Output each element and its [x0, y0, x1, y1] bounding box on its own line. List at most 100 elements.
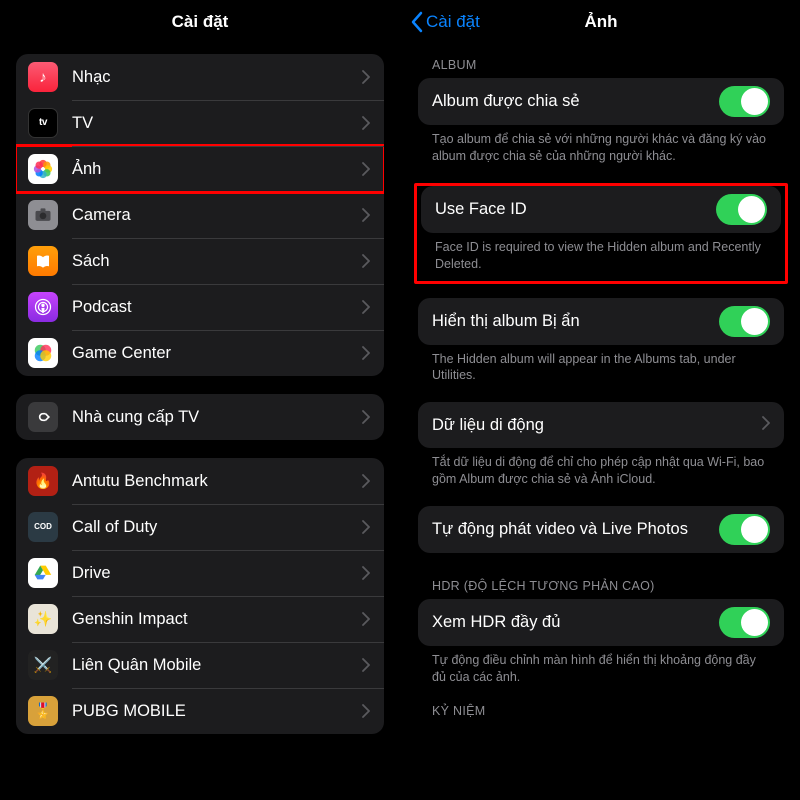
- section-header-album: ALBUM: [432, 58, 770, 72]
- row-pubg[interactable]: 🎖️ PUBG MOBILE: [16, 688, 384, 734]
- cell-hidden-album[interactable]: Hiển thị album Bị ẩn: [418, 298, 784, 345]
- chevron-right-icon: [362, 658, 370, 672]
- row-music[interactable]: ♪ Nhạc: [16, 54, 384, 100]
- chevron-right-icon: [362, 520, 370, 534]
- cod-icon: COD: [28, 512, 58, 542]
- group-faceid: Use Face ID: [421, 186, 781, 233]
- podcast-icon: [28, 292, 58, 322]
- settings-main-pane: Cài đặt ♪ Nhạc tv TV: [0, 0, 400, 800]
- toggle-shared-album[interactable]: [719, 86, 770, 117]
- chevron-right-icon: [362, 410, 370, 424]
- row-books[interactable]: Sách: [16, 238, 384, 284]
- cell-label: Xem HDR đầy đủ: [432, 613, 560, 632]
- tvprovider-icon: [28, 402, 58, 432]
- row-label: Antutu Benchmark: [72, 472, 362, 491]
- chevron-right-icon: [362, 208, 370, 222]
- row-label: Sách: [72, 252, 362, 271]
- chevron-right-icon: [362, 474, 370, 488]
- photos-icon: [28, 154, 58, 184]
- row-photos[interactable]: Ảnh: [16, 146, 384, 192]
- row-label: PUBG MOBILE: [72, 702, 362, 721]
- row-label: Camera: [72, 206, 362, 225]
- row-camera[interactable]: Camera: [16, 192, 384, 238]
- note-hdr: Tự động điều chỉnh màn hình để hiển thị …: [432, 652, 770, 686]
- row-label: Ảnh: [72, 160, 362, 179]
- row-podcast[interactable]: Podcast: [16, 284, 384, 330]
- settings-group-apple-apps: ♪ Nhạc tv TV: [16, 54, 384, 376]
- settings-group-thirdparty: 🔥 Antutu Benchmark COD Call of Duty Driv…: [16, 458, 384, 734]
- toggle-faceid[interactable]: [716, 194, 767, 225]
- row-label: Nhà cung cấp TV: [72, 408, 362, 427]
- section-header-memories: KỶ NIỆM: [432, 704, 770, 718]
- group-hidden-album: Hiển thị album Bị ẩn: [418, 298, 784, 345]
- chevron-right-icon: [362, 116, 370, 130]
- row-label: Podcast: [72, 298, 362, 317]
- row-label: Drive: [72, 564, 362, 583]
- photos-scroll[interactable]: ALBUM Album được chia sẻ Tạo album để ch…: [402, 44, 800, 800]
- group-autoplay: Tự động phát video và Live Photos: [418, 506, 784, 553]
- gamecenter-icon: [28, 338, 58, 368]
- row-label: Nhạc: [72, 68, 362, 87]
- page-title: Ảnh: [584, 12, 617, 32]
- cell-cellular[interactable]: Dữ liệu di động: [418, 402, 784, 448]
- row-gamecenter[interactable]: Game Center: [16, 330, 384, 376]
- music-icon: ♪: [28, 62, 58, 92]
- cell-label: Album được chia sẻ: [432, 92, 580, 111]
- row-tv[interactable]: tv TV: [16, 100, 384, 146]
- pubg-icon: 🎖️: [28, 696, 58, 726]
- genshin-icon: ✨: [28, 604, 58, 634]
- back-label: Cài đặt: [426, 12, 480, 32]
- toggle-hidden-album[interactable]: [719, 306, 770, 337]
- chevron-right-icon: [362, 612, 370, 626]
- settings-scroll[interactable]: ♪ Nhạc tv TV: [0, 44, 400, 800]
- camera-icon: [28, 200, 58, 230]
- row-antutu[interactable]: 🔥 Antutu Benchmark: [16, 458, 384, 504]
- settings-group-tvprovider: Nhà cung cấp TV: [16, 394, 384, 440]
- chevron-right-icon: [362, 70, 370, 84]
- tv-icon: tv: [28, 108, 58, 138]
- cell-label: Dữ liệu di động: [432, 416, 544, 435]
- cell-label: Hiển thị album Bị ẩn: [432, 312, 580, 331]
- chevron-left-icon: [410, 11, 424, 33]
- photos-settings-pane: Cài đặt Ảnh ALBUM Album được chia sẻ Tạo…: [400, 0, 800, 800]
- row-label: Game Center: [72, 344, 362, 363]
- row-genshin[interactable]: ✨ Genshin Impact: [16, 596, 384, 642]
- chevron-right-icon: [362, 254, 370, 268]
- row-label: TV: [72, 114, 362, 133]
- toggle-autoplay[interactable]: [719, 514, 770, 545]
- row-tvprovider[interactable]: Nhà cung cấp TV: [16, 394, 384, 440]
- chevron-right-icon: [362, 566, 370, 580]
- note-cellular: Tắt dữ liệu di động để chỉ cho phép cập …: [432, 454, 770, 488]
- header: Cài đặt Ảnh: [402, 0, 800, 44]
- books-icon: [28, 246, 58, 276]
- group-shared-album: Album được chia sẻ: [418, 78, 784, 125]
- cell-shared-album[interactable]: Album được chia sẻ: [418, 78, 784, 125]
- group-cellular: Dữ liệu di động: [418, 402, 784, 448]
- row-cod[interactable]: COD Call of Duty: [16, 504, 384, 550]
- row-lq[interactable]: ⚔️ Liên Quân Mobile: [16, 642, 384, 688]
- cell-label: Tự động phát video và Live Photos: [432, 520, 688, 539]
- row-label: Call of Duty: [72, 518, 362, 537]
- antutu-icon: 🔥: [28, 466, 58, 496]
- chevron-right-icon: [362, 300, 370, 314]
- cell-autoplay[interactable]: Tự động phát video và Live Photos: [418, 506, 784, 553]
- toggle-hdr[interactable]: [719, 607, 770, 638]
- lq-icon: ⚔️: [28, 650, 58, 680]
- page-title: Cài đặt: [0, 0, 400, 44]
- cell-faceid[interactable]: Use Face ID: [421, 186, 781, 233]
- back-button[interactable]: Cài đặt: [402, 11, 480, 33]
- highlight-faceid: Use Face ID Face ID is required to view …: [414, 183, 788, 284]
- row-label: Genshin Impact: [72, 610, 362, 629]
- note-faceid: Face ID is required to view the Hidden a…: [435, 239, 767, 273]
- cell-label: Use Face ID: [435, 200, 527, 219]
- chevron-right-icon: [362, 704, 370, 718]
- cell-hdr[interactable]: Xem HDR đầy đủ: [418, 599, 784, 646]
- section-header-hdr: HDR (ĐỘ LỆCH TƯƠNG PHẢN CAO): [432, 579, 770, 593]
- row-label: Liên Quân Mobile: [72, 656, 362, 675]
- group-hdr: Xem HDR đầy đủ: [418, 599, 784, 646]
- drive-icon: [28, 558, 58, 588]
- note-hidden-album: The Hidden album will appear in the Albu…: [432, 351, 770, 385]
- chevron-right-icon: [362, 346, 370, 360]
- chevron-right-icon: [762, 416, 770, 435]
- row-drive[interactable]: Drive: [16, 550, 384, 596]
